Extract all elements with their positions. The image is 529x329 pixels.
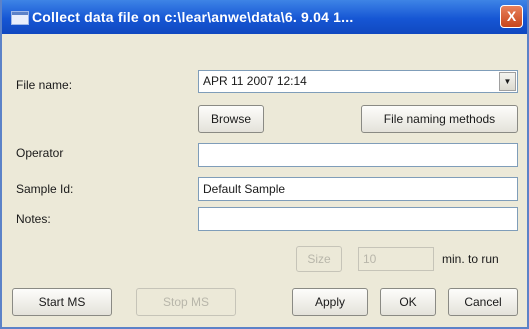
browse-button[interactable]: Browse: [198, 105, 264, 133]
window-icon: [11, 11, 29, 25]
minutes-to-run-input[interactable]: [358, 247, 434, 271]
title-bar[interactable]: Collect data file on c:\lear\anwe\data\6…: [2, 0, 527, 34]
start-ms-button[interactable]: Start MS: [12, 288, 112, 316]
close-button[interactable]: X: [500, 5, 523, 28]
collect-data-dialog: Collect data file on c:\lear\anwe\data\6…: [0, 0, 529, 329]
apply-button[interactable]: Apply: [292, 288, 368, 316]
sample-id-input[interactable]: [198, 177, 518, 201]
size-button[interactable]: Size: [296, 246, 342, 272]
minutes-unit-label: min. to run: [442, 252, 499, 266]
chevron-down-icon[interactable]: ▼: [499, 72, 516, 91]
file-name-combo[interactable]: APR 11 2007 12:14 ▼: [198, 70, 518, 93]
window-title: Collect data file on c:\lear\anwe\data\6…: [32, 9, 354, 25]
file-name-label: File name:: [16, 78, 73, 92]
stop-ms-button[interactable]: Stop MS: [136, 288, 236, 316]
sample-id-label: Sample Id:: [16, 182, 74, 196]
ok-button[interactable]: OK: [380, 288, 436, 316]
cancel-button[interactable]: Cancel: [448, 288, 518, 316]
notes-label: Notes:: [16, 212, 51, 226]
operator-input[interactable]: [198, 143, 518, 167]
file-name-value: APR 11 2007 12:14: [203, 74, 307, 88]
operator-label: Operator: [16, 146, 64, 160]
notes-input[interactable]: [198, 207, 518, 231]
file-naming-methods-button[interactable]: File naming methods: [361, 105, 518, 133]
